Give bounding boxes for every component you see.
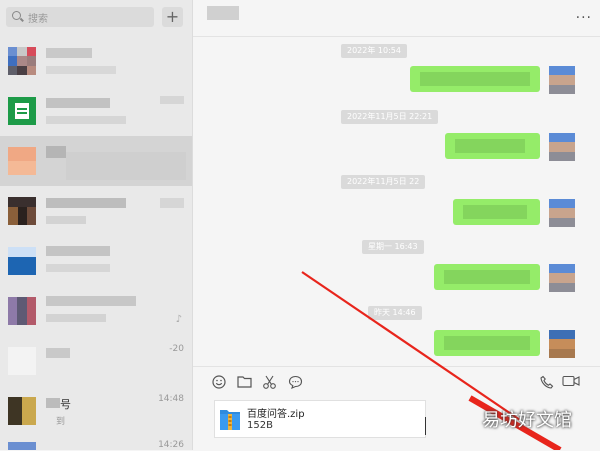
avatar (549, 66, 575, 94)
session-time: -20 (169, 344, 184, 354)
session-item[interactable]: -20 (0, 336, 192, 386)
avatar (549, 133, 575, 161)
more-icon[interactable]: ··· (576, 10, 592, 26)
message-bubble[interactable] (434, 330, 540, 356)
add-button[interactable]: + (162, 7, 183, 27)
session-preview: 到 (56, 417, 66, 427)
file-size: 152B (247, 420, 273, 431)
avatar (8, 247, 36, 275)
chat-panel: ··· 2022年 10:54 2022年11月5日 22:21 2022年11… (193, 0, 600, 451)
session-time: 14:26 (158, 440, 184, 450)
avatar (8, 47, 36, 75)
message-bubble[interactable] (453, 199, 540, 225)
timestamp: 2022年11月5日 22:21 (341, 110, 439, 124)
mute-icon: ♪ (175, 314, 182, 325)
session-sidebar: 搜索 + ♪ -20 号 到 14:48 14:26 (0, 0, 193, 450)
session-item[interactable] (0, 36, 192, 86)
avatar (8, 397, 36, 425)
session-item[interactable]: 号 到 14:48 (0, 386, 192, 436)
avatar (549, 264, 575, 292)
avatar (8, 197, 36, 225)
message-bubble[interactable] (445, 133, 540, 159)
session-item-active[interactable] (0, 136, 192, 186)
file-name: 百度问答.zip (247, 409, 305, 420)
avatar (8, 442, 36, 450)
search-box[interactable]: 搜索 (6, 7, 154, 27)
video-icon[interactable] (561, 375, 581, 391)
wechat-window: 搜索 + ♪ -20 号 到 14:48 14:26 ··· 2022年 10:… (0, 0, 600, 451)
chat-bubble-icon[interactable] (287, 375, 303, 391)
avatar (8, 97, 36, 125)
scissors-icon[interactable] (261, 375, 277, 391)
phone-icon[interactable] (539, 375, 555, 391)
timestamp: 2022年 10:54 (341, 44, 407, 58)
avatar (8, 147, 36, 175)
avatar (549, 199, 575, 227)
message-bubble[interactable] (434, 264, 540, 290)
session-item[interactable] (0, 186, 192, 236)
session-item[interactable] (0, 236, 192, 286)
avatar (8, 297, 36, 325)
session-time: 14:48 (158, 394, 184, 404)
session-item[interactable]: 14:26 (0, 436, 192, 450)
timestamp: 昨天 14:46 (368, 306, 422, 320)
emoji-icon[interactable] (211, 375, 227, 391)
session-item[interactable] (0, 86, 192, 136)
message-bubble[interactable] (410, 66, 540, 92)
watermark: 易坊好文馆 (482, 410, 572, 431)
avatar (549, 330, 575, 358)
search-placeholder: 搜索 (28, 13, 48, 25)
chat-header: ··· (193, 0, 600, 37)
avatar (8, 347, 36, 375)
text-cursor (425, 417, 426, 435)
search-icon (12, 11, 24, 23)
file-attachment[interactable]: 百度问答.zip 152B (214, 400, 426, 438)
session-item[interactable]: ♪ (0, 286, 192, 336)
timestamp: 2022年11月5日 22 (341, 175, 426, 189)
zip-file-icon (219, 406, 241, 432)
session-name: 号 (60, 398, 71, 411)
folder-icon[interactable] (236, 375, 252, 391)
timestamp: 星期一 16:43 (362, 240, 424, 254)
